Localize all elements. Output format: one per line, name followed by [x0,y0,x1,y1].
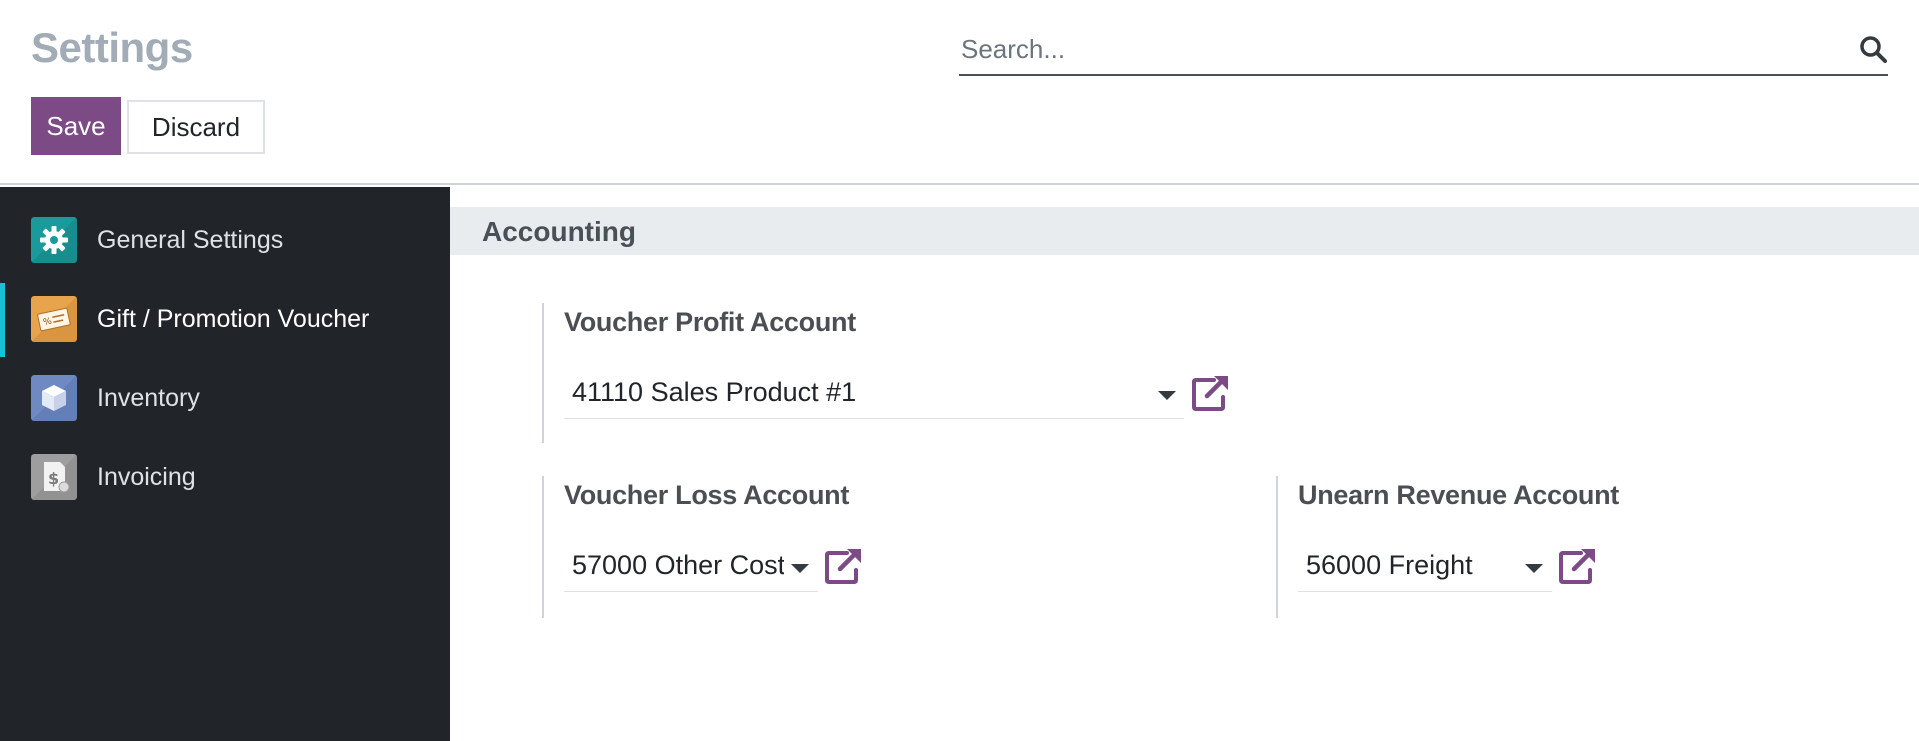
sidebar-item-inventory[interactable]: Inventory [0,362,450,436]
select-value: 57000 Other Costs [572,550,799,580]
sidebar-item-label: General Settings [97,226,284,254]
section-header: Accounting [450,207,1919,255]
setting-voucher-loss-account: Voucher Loss Account 57000 Other Costs [542,476,1242,618]
svg-text:$: $ [48,469,59,488]
sidebar-item-general-settings[interactable]: General Settings [0,204,450,278]
search-bar [959,26,1888,76]
sidebar-item-label: Inventory [97,384,200,412]
chevron-down-icon [1158,391,1176,400]
sidebar-item-label: Gift / Promotion Voucher [97,305,370,333]
box-icon [31,375,77,421]
chevron-down-icon [1525,564,1543,573]
sidebar-item-gift-promotion-voucher[interactable]: % Gift / Promotion Voucher [0,283,450,357]
control-panel: Settings Save Discard [0,0,1919,185]
chevron-down-icon [791,564,809,573]
page-title: Settings [31,24,193,71]
select-value: 56000 Freight [1306,550,1473,580]
setting-voucher-profit-account: Voucher Profit Account 41110 Sales Produ… [542,303,1242,443]
setting-unearn-revenue-account: Unearn Revenue Account 56000 Freight [1276,476,1876,618]
settings-content: Accounting Voucher Profit Account 41110 … [450,187,1919,741]
discard-button[interactable]: Discard [127,100,265,154]
setting-label: Voucher Loss Account [564,480,850,510]
sidebar-item-invoicing[interactable]: $ Invoicing [0,441,450,515]
external-link-icon[interactable] [1190,373,1232,413]
loss-account-select[interactable]: 57000 Other Costs [564,544,818,592]
unearn-revenue-account-select[interactable]: 56000 Freight [1298,544,1552,592]
save-button[interactable]: Save [31,97,121,155]
external-link-icon[interactable] [823,546,865,586]
setting-label: Voucher Profit Account [564,307,856,337]
setting-label: Unearn Revenue Account [1298,480,1619,510]
invoice-icon: $ [31,454,77,500]
select-value: 41110 Sales Product #1 [572,377,857,407]
search-icon[interactable] [1858,34,1888,64]
gear-icon [31,217,77,263]
sidebar-item-label: Invoicing [97,463,196,491]
external-link-icon[interactable] [1557,546,1599,586]
section-title: Accounting [482,216,636,247]
voucher-icon: % [31,296,77,342]
search-input[interactable] [959,26,1839,72]
profit-account-select[interactable]: 41110 Sales Product #1 [564,371,1184,419]
settings-sidebar: General Settings % Gift / Promotion Vouc… [0,187,450,741]
